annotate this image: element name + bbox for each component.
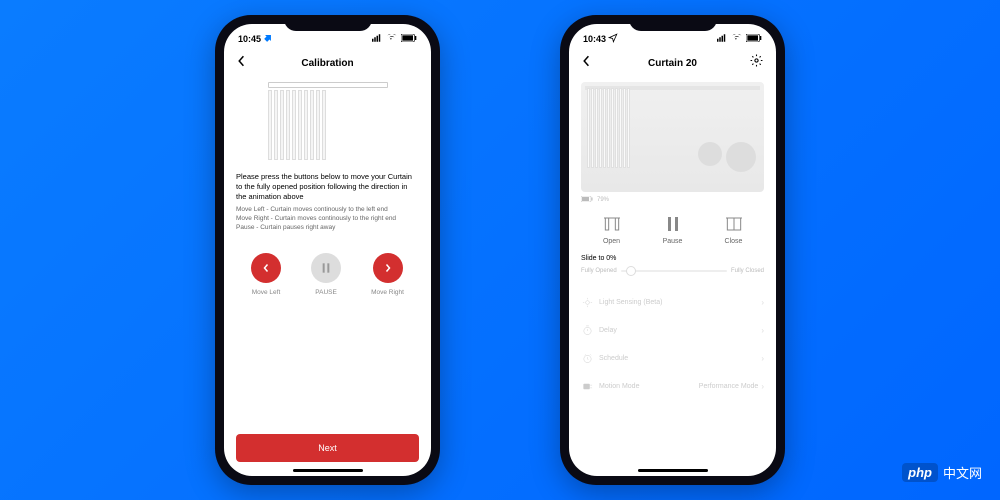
delay-icon (581, 324, 593, 336)
settings-button[interactable] (750, 54, 764, 72)
curtain-animation (268, 82, 388, 162)
motion-mode-value: Performance Mode (699, 383, 759, 390)
battery-icon (746, 34, 762, 44)
battery-icon (401, 34, 417, 44)
schedule-icon (581, 352, 593, 364)
position-slider[interactable]: Fully Opened Fully Closed (581, 268, 764, 274)
calibration-content: Please press the buttons below to move y… (224, 78, 431, 476)
wifi-icon (732, 34, 743, 44)
battery-percent: 79% (597, 197, 609, 203)
close-button[interactable]: Close (724, 214, 744, 245)
slider-track[interactable] (621, 270, 727, 272)
menu-delay[interactable]: Delay › (581, 316, 764, 344)
control-row: Open Pause Close (581, 214, 764, 245)
page-title: Curtain 20 (648, 58, 697, 69)
instruction-detail: Move Left - Curtain moves continously to… (236, 206, 419, 232)
curtain-content: 79% Open Pause (569, 78, 776, 476)
close-icon (724, 214, 744, 234)
chevron-right-icon (373, 253, 403, 283)
pause-button[interactable]: Pause (663, 214, 683, 245)
home-indicator[interactable] (293, 469, 363, 472)
wifi-icon (387, 34, 398, 44)
chevron-right-icon: › (761, 354, 764, 363)
slider-thumb[interactable] (626, 266, 636, 276)
signal-icon (372, 34, 384, 44)
slider-right-label: Fully Closed (731, 268, 764, 274)
menu-schedule[interactable]: Schedule › (581, 344, 764, 372)
status-time: 10:45 (238, 34, 261, 44)
chevron-left-icon (251, 253, 281, 283)
phone-right: 10:43 Curtain 20 (560, 15, 785, 485)
notch (284, 15, 372, 31)
next-button[interactable]: Next (236, 434, 419, 462)
page-title: Calibration (301, 58, 353, 69)
open-icon (602, 214, 622, 234)
home-indicator[interactable] (638, 469, 708, 472)
back-button[interactable] (581, 54, 595, 72)
instruction-main: Please press the buttons below to move y… (236, 172, 419, 202)
nav-bar: Curtain 20 (569, 48, 776, 78)
motion-mode-icon (581, 380, 593, 392)
location-icon (263, 33, 273, 45)
watermark-text: 中文网 (943, 463, 982, 482)
pause-icon (311, 253, 341, 283)
signal-icon (717, 34, 729, 44)
move-left-button[interactable]: Move Left (251, 253, 281, 296)
chevron-right-icon: › (761, 298, 764, 307)
slide-label: Slide to 0% (581, 255, 764, 262)
pause-button[interactable]: PAUSE (311, 253, 341, 296)
watermark: php 中文网 (902, 463, 982, 482)
control-row: Move Left PAUSE Move Right (236, 253, 419, 296)
curtain-scene (581, 82, 764, 192)
back-button[interactable] (236, 54, 250, 72)
screen-calibration: 10:45 Calibration (224, 24, 431, 476)
open-button[interactable]: Open (602, 214, 622, 245)
status-time: 10:43 (583, 34, 606, 44)
notch (629, 15, 717, 31)
move-right-button[interactable]: Move Right (371, 253, 404, 296)
menu-light-sensing[interactable]: Light Sensing (Beta) › (581, 288, 764, 316)
screen-curtain-control: 10:43 Curtain 20 (569, 24, 776, 476)
light-sensing-icon (581, 296, 593, 308)
device-battery: 79% (581, 196, 764, 204)
location-icon (608, 33, 618, 45)
slider-left-label: Fully Opened (581, 268, 617, 274)
chevron-right-icon: › (761, 382, 764, 391)
nav-bar: Calibration (224, 48, 431, 78)
phone-left: 10:45 Calibration (215, 15, 440, 485)
battery-small-icon (581, 196, 593, 204)
pause-icon (663, 214, 683, 234)
php-badge: php (902, 463, 938, 482)
menu-motion-mode[interactable]: Motion Mode Performance Mode › (581, 372, 764, 400)
chevron-right-icon: › (761, 326, 764, 335)
